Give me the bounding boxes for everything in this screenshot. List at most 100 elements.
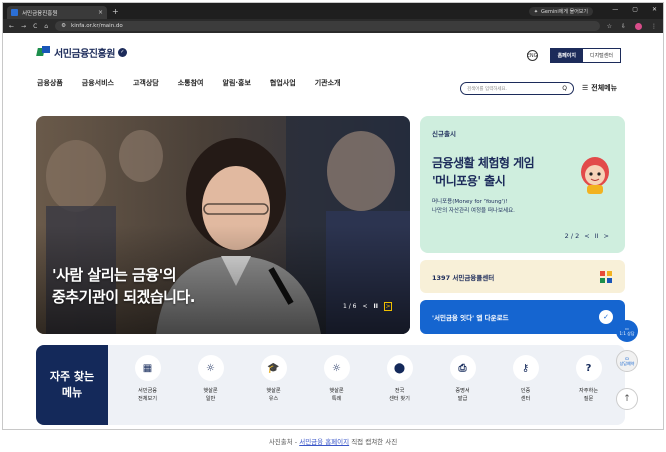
hero-pager: 1 / 6 < II > [343, 302, 392, 311]
quick-item-faq[interactable]: ? 자주하는 질문 [557, 355, 620, 403]
floating-side-buttons: ▭ 1:1 상담 ☊ 상담예약 ↑ [616, 320, 638, 410]
quick-item-sunshine-youth[interactable]: 🎓 햇살론 유스 [242, 355, 305, 403]
nav-item-about[interactable]: 기관소개 [315, 78, 341, 88]
site-info-icon[interactable]: ⚙ [61, 23, 66, 29]
quick-item-label: 전국 센터 찾기 [389, 388, 410, 402]
nav-item-consulting[interactable]: 고객상담 [133, 78, 159, 88]
all-menu-button[interactable]: ☰ 전체메뉴 [582, 83, 617, 93]
site-header: 서민금융진흥원 ✓ ENG 홈페이지 디지털센터 [3, 33, 663, 71]
digital-center-button[interactable]: 디지털센터 [582, 49, 620, 62]
caption-prefix: 사진출처 - [268, 438, 300, 446]
quick-item-label: 증명서 발급 [455, 388, 470, 402]
sun-card-icon: ☼ [197, 355, 224, 381]
hamburger-icon: ☰ [582, 84, 589, 92]
back-button[interactable]: ← [9, 23, 14, 30]
app-download-banner[interactable]: '서민금융 잇다' 앱 다운로드 ✓ [420, 300, 625, 334]
nav-item-cooperation[interactable]: 협업사업 [270, 78, 296, 88]
search-icon[interactable]: Q [562, 85, 567, 92]
quick-item-label: 자주하는 질문 [578, 388, 599, 402]
gemini-button[interactable]: ✦ Gemini에게 물어보기 [528, 7, 593, 16]
hero-caption-line2: 중추기관이 되겠습니다. [52, 288, 195, 306]
hero-banner[interactable]: '사람 살리는 금융'의 중추기관이 되겠습니다. 1 / 6 < II > [36, 116, 410, 334]
browser-tools: ☆ ⇩ ⋮ [607, 22, 657, 30]
quick-item-sunshine-general[interactable]: ☼ 햇살론 일반 [179, 355, 242, 403]
promo-headline-line1: 금융생활 체험형 게임 [432, 156, 535, 170]
quick-item-certificate[interactable]: ⎙ 증명서 발급 [431, 355, 494, 403]
nav-item-community[interactable]: 소통참여 [178, 78, 204, 88]
home-button[interactable]: ⌂ [44, 23, 48, 30]
promo-page-indicator: 2 / 2 [564, 232, 580, 240]
hero-prev-button[interactable]: < [363, 303, 368, 310]
browser-tab[interactable]: 서민금융진흥원 × [7, 6, 107, 19]
quick-item-label: 햇살론 일반 [203, 388, 218, 402]
maximize-button[interactable]: ▢ [632, 6, 638, 13]
close-window-button[interactable]: ✕ [652, 6, 657, 13]
forward-button[interactable]: → [21, 23, 26, 30]
promo-headline: 금융생활 체험형 게임 '머니포용' 출시 [432, 154, 535, 190]
booking-label: 상담예약 [619, 360, 635, 366]
sparkle-icon: ✦ [533, 8, 539, 15]
homepage-mode-button[interactable]: 홈페이지 [550, 49, 583, 62]
logo-mark-icon [36, 46, 51, 58]
promo-pause-button[interactable]: II [595, 232, 599, 240]
hero-caption-line1: '사람 살리는 금융'의 [52, 266, 177, 284]
quick-item-all-products[interactable]: ▦ 서민금융 전체보기 [116, 355, 179, 403]
search-placeholder: 검색어를 입력하세요. [467, 86, 508, 92]
chat-consult-label: 1:1 상담 [619, 330, 635, 336]
address-bar: ← → C ⌂ ⚙ kinfa.or.kr/main.do ☆ ⇩ ⋮ [3, 19, 663, 33]
gemini-label: Gemini에게 물어보기 [541, 9, 588, 15]
promo-desc-line2: 나만의 자산관리 여정을 떠나보세요. [432, 208, 515, 214]
url-text: kinfa.or.kr/main.do [71, 23, 123, 29]
call-center-icon [600, 270, 612, 283]
reload-button[interactable]: C [33, 23, 37, 30]
favicon-icon [11, 9, 18, 16]
quick-title-line1: 자주 찾는 [49, 370, 95, 383]
image-caption: 사진출처 - 서민금융 홈페이지 직접 캡쳐한 사진 [0, 436, 666, 446]
minimize-button[interactable]: — [612, 6, 618, 13]
nav-item-products[interactable]: 금융상품 [37, 78, 63, 88]
nav-item-services[interactable]: 금융서비스 [82, 78, 114, 88]
site-logo[interactable]: 서민금융진흥원 ✓ [36, 45, 127, 60]
download-icon[interactable]: ⇩ [621, 23, 626, 30]
more-menu-icon[interactable]: ⋮ [651, 23, 657, 30]
promo-headline-line2: '머니포용' 출시 [432, 174, 506, 188]
hero-next-button[interactable]: > [384, 302, 392, 311]
profile-avatar[interactable] [635, 22, 642, 30]
quick-item-label: 인증 센터 [520, 388, 531, 402]
graduation-cap-icon: 🎓 [260, 355, 287, 381]
caption-link[interactable]: 서민금융 홈페이지 [299, 438, 349, 446]
map-pin-icon: ⬤ [386, 355, 413, 381]
quick-title-line2: 메뉴 [61, 386, 83, 399]
quick-item-auth-center[interactable]: ⚷ 인증 센터 [494, 355, 557, 403]
quick-menu-title: 자주 찾는 메뉴 [36, 345, 108, 425]
tab-title: 서민금융진흥원 [22, 10, 58, 17]
booking-button[interactable]: ☊ 상담예약 [616, 350, 638, 372]
promo-next-button[interactable]: > [604, 232, 609, 240]
url-field[interactable]: ⚙ kinfa.or.kr/main.do [55, 21, 600, 31]
call-center-banner[interactable]: 1397 서민금융콜센터 [420, 260, 625, 293]
new-tab-button[interactable]: + [112, 7, 119, 16]
promo-banner[interactable]: 신규출시 금융생활 체험형 게임 '머니포용' 출시 머니포용(Money fo… [420, 116, 625, 253]
bookmark-star-icon[interactable]: ☆ [607, 23, 612, 30]
quick-item-find-center[interactable]: ⬤ 전국 센터 찾기 [368, 355, 431, 403]
search-input[interactable]: 검색어를 입력하세요. Q [460, 82, 574, 95]
header-right: ENG 홈페이지 디지털센터 [526, 48, 621, 63]
close-tab-icon[interactable]: × [98, 9, 103, 16]
chat-consult-button[interactable]: ▭ 1:1 상담 [616, 320, 638, 342]
app-download-label: '서민금융 잇다' 앱 다운로드 [432, 314, 509, 322]
promo-description: 머니포용(Money for 'Young')! 나만의 자산관리 여정을 떠나… [432, 198, 515, 216]
hero-pause-button[interactable]: II [374, 303, 378, 310]
caption-suffix: 직접 캡쳐한 사진 [349, 438, 398, 446]
call-center-label: 1397 서민금융콜센터 [432, 273, 495, 282]
nav-item-news[interactable]: 알림·홍보 [223, 78, 251, 88]
promo-desc-line1: 머니포용(Money for 'Young')! [432, 199, 508, 205]
promo-prev-button[interactable]: < [584, 232, 589, 240]
promo-tag: 신규출시 [432, 130, 456, 138]
quick-item-sunshine-special[interactable]: ☼ 햇살론 특례 [305, 355, 368, 403]
hero-page-indicator: 1 / 6 [343, 303, 357, 310]
scroll-top-button[interactable]: ↑ [616, 388, 638, 410]
language-globe-icon[interactable]: ENG [526, 50, 538, 61]
sun-card-icon: ☼ [323, 355, 350, 381]
quick-item-label: 햇살론 특례 [329, 388, 344, 402]
hero-caption: '사람 살리는 금융'의 중추기관이 되겠습니다. [52, 264, 195, 308]
